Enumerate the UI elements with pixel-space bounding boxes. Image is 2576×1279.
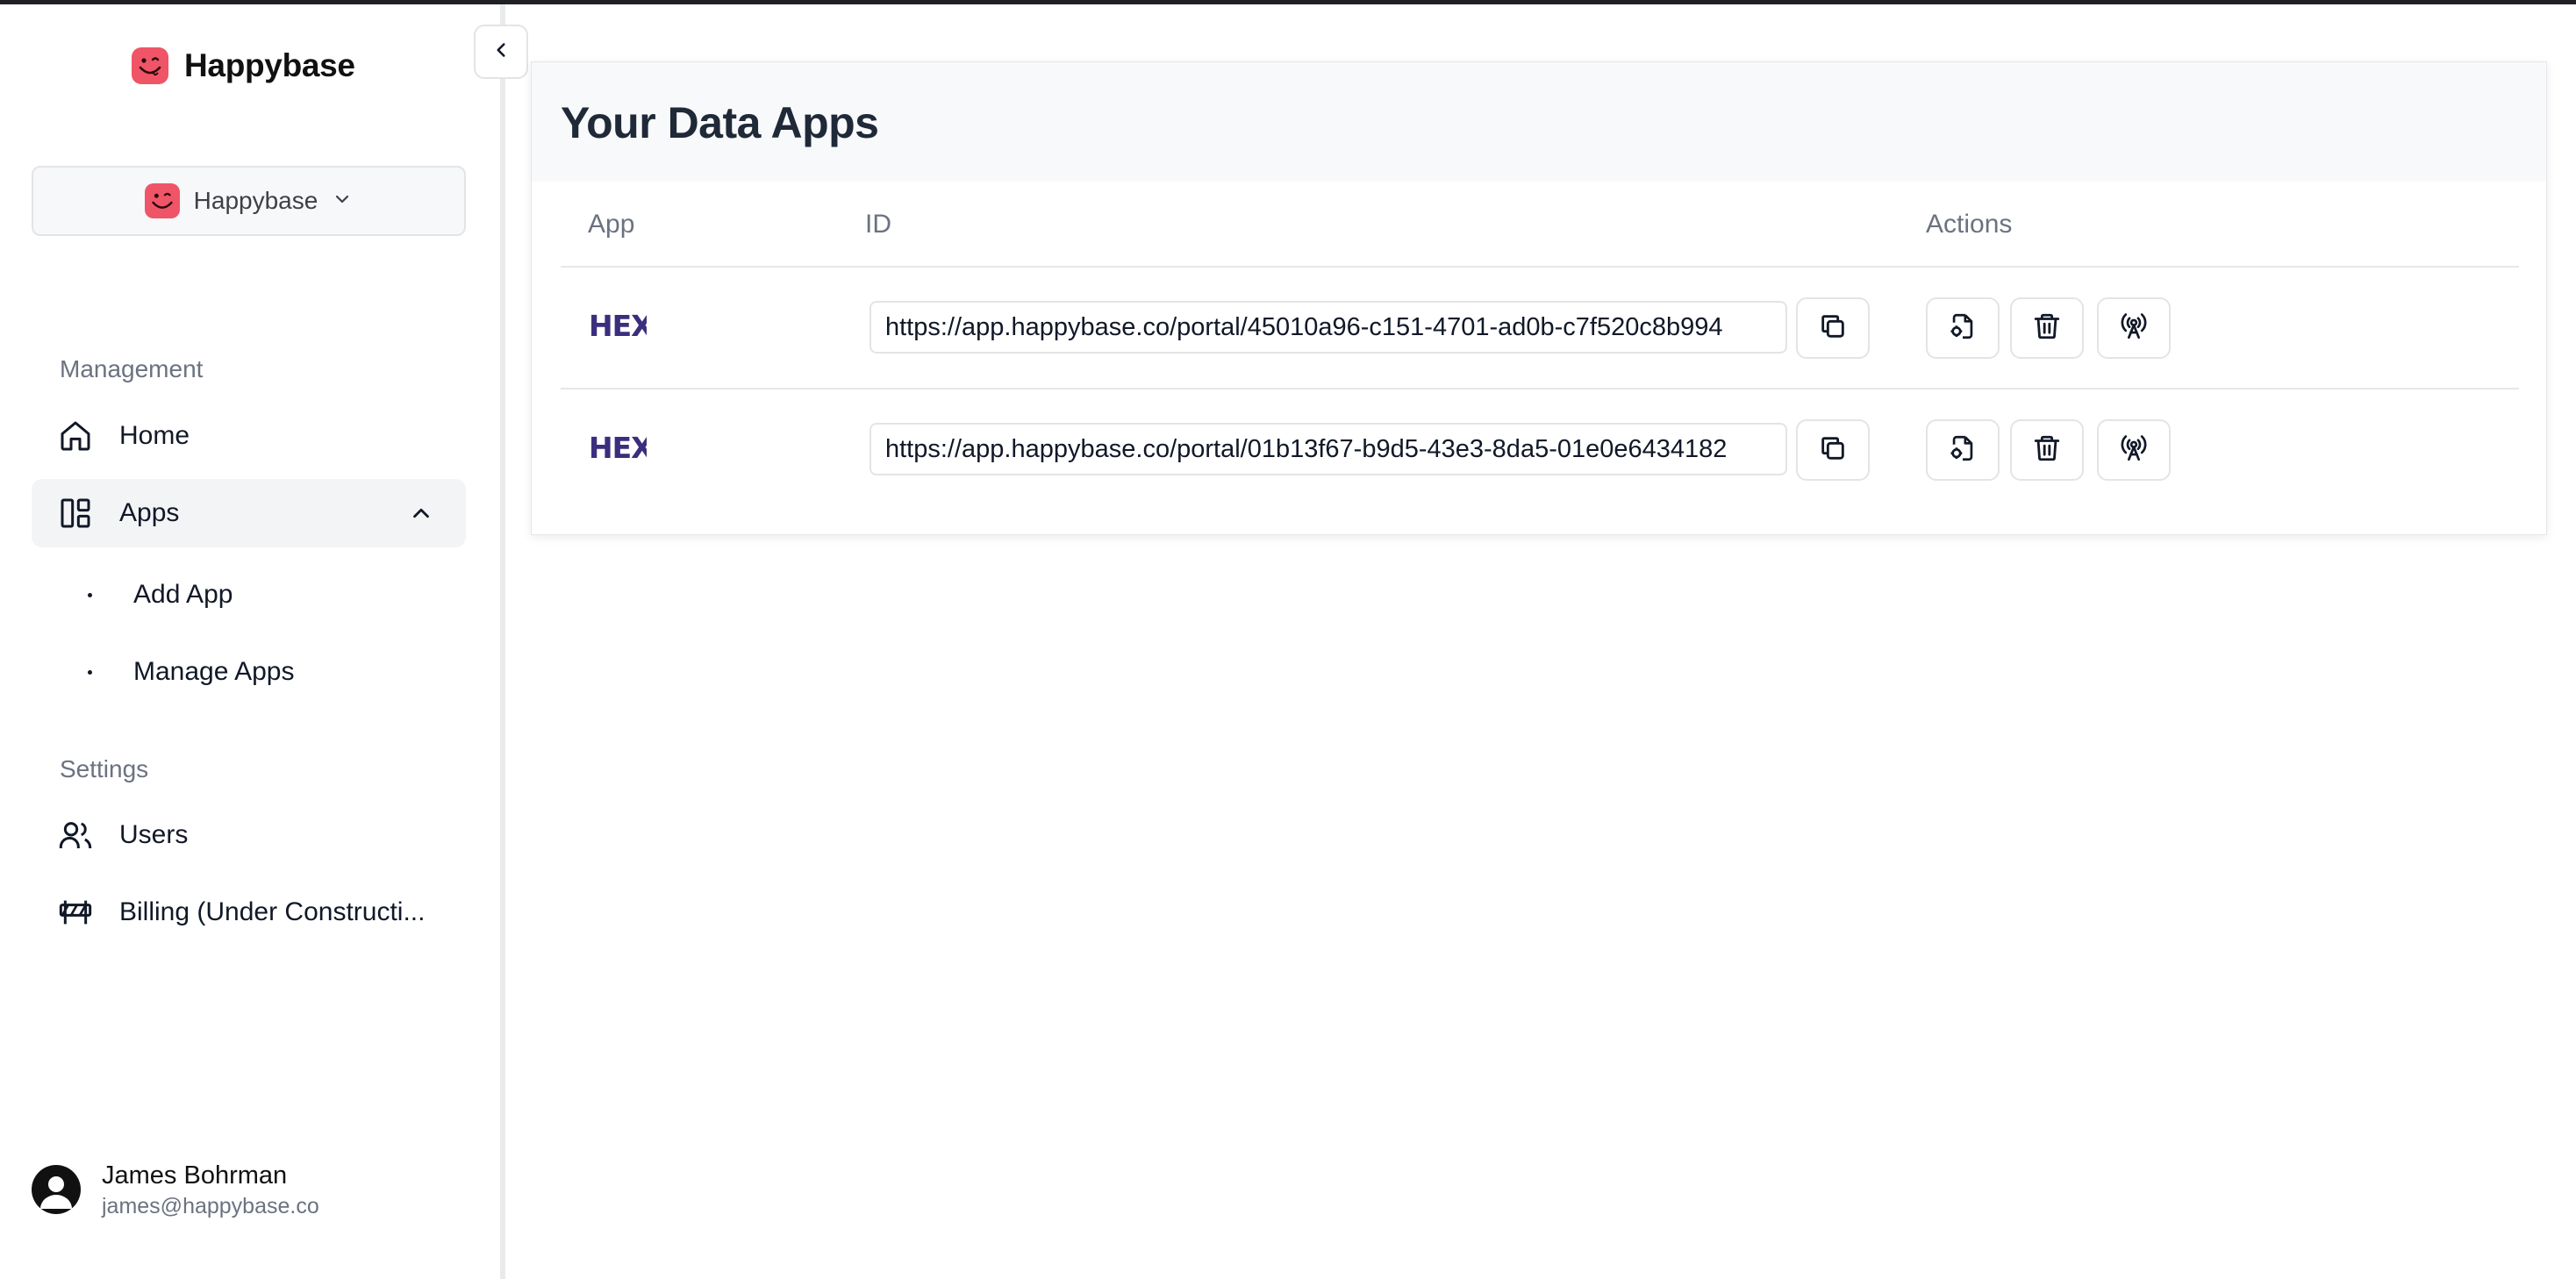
copy-icon [1818, 311, 1848, 346]
table-row: HEX [561, 389, 2519, 510]
happybase-logo-icon [132, 47, 168, 84]
sidebar: Happybase Happybase Management Home Apps [0, 4, 502, 1279]
section-label-settings: Settings [60, 755, 149, 782]
hex-logo-icon: HEX [589, 431, 654, 465]
workspace-switcher[interactable]: Happybase [32, 166, 466, 236]
sidebar-divider [500, 4, 505, 1279]
chevron-down-icon [332, 189, 353, 214]
apps-layout-icon [58, 496, 93, 531]
app-settings-button[interactable] [1926, 419, 2000, 481]
delete-app-button[interactable] [2010, 419, 2084, 481]
card-header: Your Data Apps [532, 62, 2546, 182]
sidebar-item-label: Users [119, 820, 189, 849]
home-icon [58, 418, 93, 454]
section-label-management: Management [60, 355, 204, 382]
copy-icon [1818, 433, 1848, 468]
copy-url-button[interactable] [1796, 297, 1870, 359]
bullet-icon [88, 593, 92, 597]
collapse-sidebar-button[interactable] [474, 25, 528, 79]
chevron-left-icon [490, 39, 512, 66]
user-name: James Bohrman [102, 1161, 288, 1190]
chevron-up-icon [408, 500, 434, 526]
delete-app-button[interactable] [2010, 297, 2084, 359]
broadcast-app-button[interactable] [2097, 297, 2171, 359]
user-avatar-icon [32, 1165, 81, 1214]
file-settings-icon [1948, 311, 1978, 346]
app-url-field[interactable] [869, 423, 1787, 475]
sidebar-subitem-manage-apps[interactable]: Manage Apps [88, 646, 456, 698]
user-email: james@happybase.co [102, 1194, 319, 1218]
brand-name: Happybase [184, 47, 355, 83]
brand[interactable]: Happybase [132, 47, 355, 84]
data-apps-card: Your Data Apps App ID Actions HEX https:… [531, 61, 2547, 535]
users-icon [58, 818, 93, 853]
svg-text:HEX: HEX [589, 310, 647, 341]
hex-logo-icon: HEX [589, 309, 654, 343]
column-header-app: App [588, 210, 635, 239]
table-row: HEX [561, 268, 2519, 388]
column-header-actions: Actions [1926, 210, 2013, 239]
sidebar-item-label: Billing (Under Constructi... [119, 897, 426, 926]
sidebar-item-users[interactable]: Users [32, 801, 466, 869]
column-header-id: ID [865, 210, 891, 239]
sidebar-subitem-label: Manage Apps [133, 657, 295, 686]
trash-icon [2032, 311, 2062, 346]
app-settings-button[interactable] [1926, 297, 2000, 359]
sidebar-subitem-label: Add App [133, 580, 233, 609]
broadcast-icon [2119, 311, 2149, 346]
sidebar-subitem-add-app[interactable]: Add App [88, 568, 456, 621]
page-title: Your Data Apps [561, 98, 879, 147]
road-barrier-icon [58, 895, 93, 930]
bullet-icon [88, 670, 92, 675]
sidebar-item-label: Home [119, 421, 190, 450]
broadcast-app-button[interactable] [2097, 419, 2171, 481]
copy-url-button[interactable] [1796, 419, 1870, 481]
sidebar-item-billing[interactable]: Billing (Under Constructi... [32, 878, 466, 947]
sidebar-item-label: Apps [119, 498, 180, 527]
workspace-name: Happybase [193, 187, 318, 214]
workspace-logo-icon [144, 183, 180, 218]
app-url-field[interactable] [869, 301, 1787, 354]
svg-text:HEX: HEX [589, 432, 647, 463]
sidebar-item-apps[interactable]: Apps [32, 479, 466, 547]
trash-icon [2032, 433, 2062, 468]
user-profile[interactable]: James Bohrman james@happybase.co [32, 1159, 319, 1220]
file-settings-icon [1948, 433, 1978, 468]
broadcast-icon [2119, 433, 2149, 468]
sidebar-item-home[interactable]: Home [32, 402, 466, 470]
